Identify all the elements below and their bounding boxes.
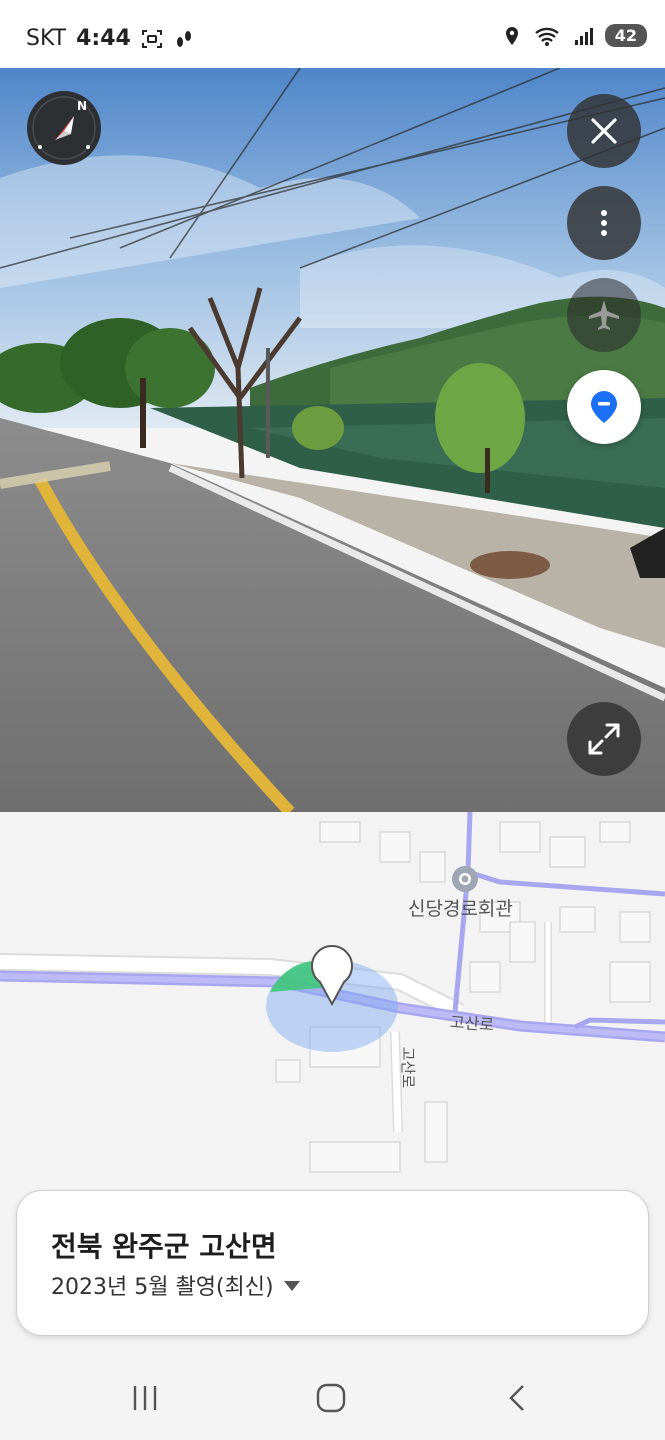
- airplane-icon: [589, 300, 619, 330]
- more-vertical-icon: [601, 210, 607, 236]
- footsteps-icon: [173, 28, 195, 50]
- status-left: SKT 4:44: [26, 26, 195, 51]
- wifi-icon: [533, 25, 563, 47]
- aerial-view-button[interactable]: [567, 278, 641, 352]
- signal-icon: [573, 25, 595, 47]
- street-view-panorama[interactable]: N: [0, 68, 665, 812]
- street-scene: [0, 68, 665, 812]
- back-button[interactable]: [488, 1378, 548, 1418]
- close-button[interactable]: [567, 94, 641, 168]
- location-status-icon: [501, 25, 523, 47]
- status-bar: SKT 4:44 42: [0, 0, 665, 68]
- recent-apps-button[interactable]: [115, 1378, 175, 1418]
- road-label-main: 고산로: [449, 1012, 495, 1035]
- compass-icon[interactable]: N: [27, 91, 101, 165]
- clock: 4:44: [76, 26, 131, 51]
- capture-date: 2023년 5월 촬영(최신): [51, 1275, 274, 1300]
- battery-indicator: 42: [604, 24, 647, 47]
- status-right: 42: [501, 24, 647, 47]
- poi-label[interactable]: 신당경로회관: [408, 894, 513, 921]
- location-title: 전북 완주군 고산면: [51, 1230, 277, 1263]
- home-button[interactable]: [301, 1378, 361, 1418]
- home-icon: [316, 1383, 346, 1413]
- back-icon: [509, 1385, 524, 1411]
- capture-date-dropdown[interactable]: 2023년 5월 촬영(최신): [51, 1269, 300, 1301]
- compass-north-label: N: [77, 99, 87, 113]
- road-label-side: 고산로: [399, 1046, 418, 1089]
- location-pin-icon: [591, 391, 617, 423]
- expand-icon: [588, 723, 620, 755]
- carrier-label: SKT: [26, 26, 67, 51]
- chevron-down-icon: [283, 1281, 300, 1291]
- close-icon: [591, 118, 617, 144]
- location-card: 전북 완주군 고산면 2023년 5월 촬영(최신): [16, 1190, 649, 1336]
- system-navigation-bar: [0, 1352, 665, 1440]
- location-pin-button[interactable]: [567, 370, 641, 444]
- screenshot-icon: [141, 28, 163, 50]
- more-options-button[interactable]: [567, 186, 641, 260]
- recent-apps-icon: [133, 1386, 157, 1410]
- fullscreen-button[interactable]: [567, 702, 641, 776]
